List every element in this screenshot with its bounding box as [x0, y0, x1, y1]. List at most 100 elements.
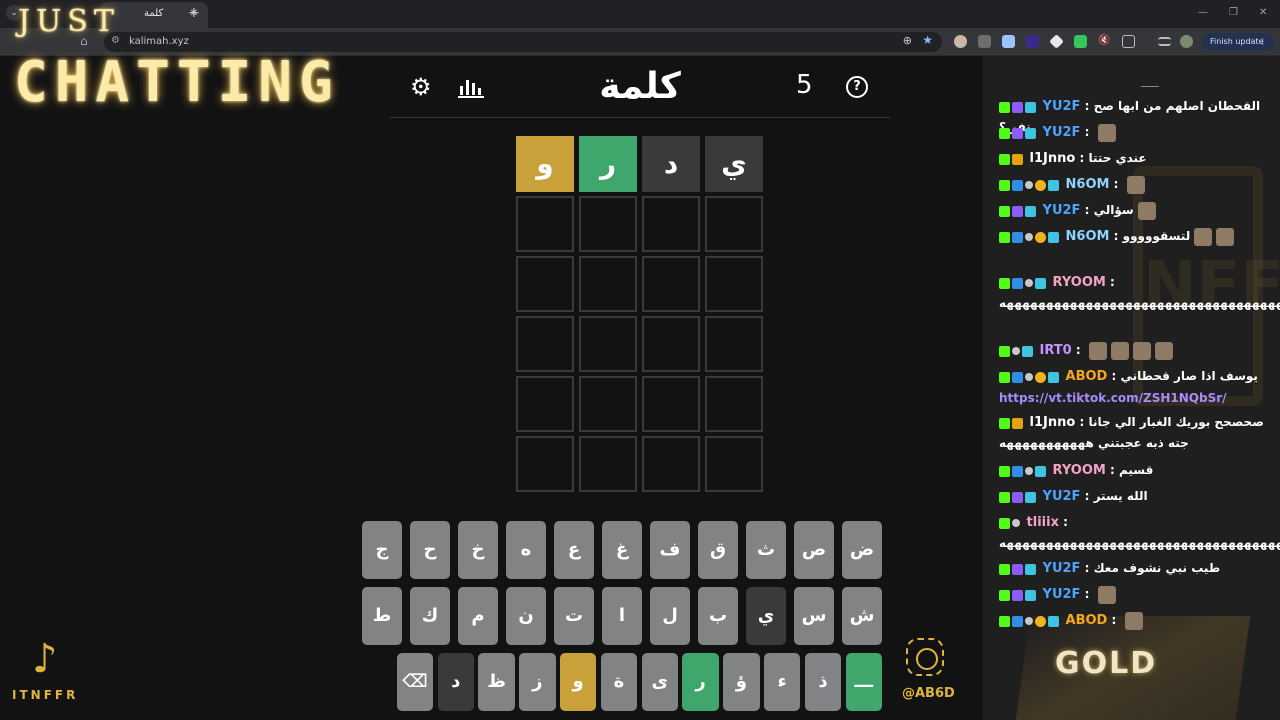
- board-tile: [516, 256, 574, 312]
- finish-update-label: Finish update: [1210, 37, 1264, 46]
- chat-username[interactable]: YU2F: [1038, 125, 1081, 140]
- key[interactable]: ا: [602, 587, 642, 645]
- chat-username[interactable]: YU2F: [1038, 99, 1081, 114]
- mute-icon[interactable]: 🔇: [1098, 35, 1111, 48]
- question-circle-icon[interactable]: ?: [846, 76, 868, 98]
- key[interactable]: س: [794, 587, 834, 645]
- chat-username[interactable]: ABOD: [1061, 613, 1108, 628]
- badge-icon: [1035, 277, 1046, 289]
- key[interactable]: ش: [842, 587, 882, 645]
- chat-username[interactable]: YU2F: [1038, 489, 1081, 504]
- key[interactable]: ت: [554, 587, 594, 645]
- board-row: [516, 316, 764, 372]
- badge-icon: [1012, 519, 1020, 527]
- badge-icon: [1025, 467, 1033, 475]
- key[interactable]: ـــ: [845, 653, 882, 711]
- minimize-icon[interactable]: —: [1198, 7, 1208, 18]
- chat-username[interactable]: RYOOM: [1048, 463, 1106, 478]
- chat-badges: [999, 341, 1035, 361]
- key[interactable]: ع: [554, 521, 594, 579]
- badge-icon: [1012, 465, 1023, 477]
- key[interactable]: ف: [650, 521, 690, 579]
- key[interactable]: ك: [410, 587, 450, 645]
- chat-message: YU2F : طيب نبي نشوف معك: [999, 558, 1269, 579]
- key[interactable]: ح: [410, 521, 450, 579]
- chat-username[interactable]: RYOOM: [1048, 275, 1106, 290]
- key[interactable]: ط: [362, 587, 402, 645]
- board-tile: [705, 196, 763, 252]
- key[interactable]: ة: [600, 653, 638, 711]
- window-close-icon[interactable]: ✕: [1259, 7, 1267, 18]
- maximize-icon[interactable]: ❐: [1229, 7, 1238, 18]
- badge-icon: [1012, 153, 1023, 165]
- emote-icon: [1154, 341, 1173, 360]
- chat-username[interactable]: tliiix: [1022, 515, 1059, 530]
- badge-icon: [999, 179, 1010, 191]
- key[interactable]: ر: [682, 653, 719, 711]
- badge-icon: [999, 127, 1010, 139]
- chat-text: طيب نبي نشوف معك: [1093, 561, 1221, 575]
- finish-update-button[interactable]: Finish update ⋮: [1202, 33, 1274, 51]
- key[interactable]: ق: [698, 521, 738, 579]
- chat-message: l1Jnno : عندي حتتا: [999, 148, 1269, 169]
- key[interactable]: ز: [519, 653, 556, 711]
- key[interactable]: ي: [746, 587, 786, 645]
- chat-separator: :: [1080, 203, 1094, 217]
- key[interactable]: خ: [458, 521, 498, 579]
- chat-username[interactable]: IRT0: [1035, 343, 1072, 358]
- key[interactable]: ص: [794, 521, 834, 579]
- board-tile: ي: [705, 136, 763, 192]
- key[interactable]: غ: [602, 521, 642, 579]
- key[interactable]: ذ: [804, 653, 842, 711]
- key[interactable]: ظ: [478, 653, 515, 711]
- chat-username[interactable]: N6OM: [1061, 177, 1110, 192]
- chat-username[interactable]: ABOD: [1061, 369, 1108, 384]
- key[interactable]: ض: [842, 521, 882, 579]
- bookmark-star-icon[interactable]: ★: [922, 33, 933, 47]
- reading-list-icon[interactable]: [1158, 37, 1171, 46]
- board-row: [516, 376, 764, 432]
- key[interactable]: ؤ: [723, 653, 760, 711]
- key[interactable]: ث: [746, 521, 786, 579]
- backspace-icon[interactable]: ⌫: [396, 653, 434, 711]
- chat-username[interactable]: YU2F: [1038, 561, 1081, 576]
- key[interactable]: ب: [698, 587, 738, 645]
- key[interactable]: ل: [650, 587, 690, 645]
- badge-icon: [999, 465, 1010, 477]
- key[interactable]: ن: [506, 587, 546, 645]
- key[interactable]: و: [559, 653, 597, 711]
- key[interactable]: م: [458, 587, 498, 645]
- screen: ⌄ كلمة ✕ + — ❐ ✕ ⌂ ⚙ kalimah.xyz ⊕ ★ 🔇 F…: [0, 0, 1280, 720]
- puzzle-extensions-icon[interactable]: [1122, 35, 1135, 48]
- diamond-extension-icon[interactable]: [1049, 34, 1064, 49]
- battery-extension-icon[interactable]: [1074, 35, 1087, 48]
- badge-icon: [1048, 231, 1059, 243]
- overlay-just-text: JUST: [18, 4, 120, 39]
- key[interactable]: ى: [641, 653, 678, 711]
- board-tile: [516, 316, 574, 372]
- chat-link[interactable]: https://vt.tiktok.com/ZSH1NQbSr/: [999, 391, 1227, 405]
- profile-avatar-icon[interactable]: [1180, 35, 1193, 48]
- chat-text: لتسقووووو: [1122, 229, 1191, 243]
- shield-icon[interactable]: [1002, 35, 1015, 48]
- chat-text: عندي حتتا: [1088, 151, 1147, 165]
- chat-badges: [999, 123, 1038, 143]
- more-menu-icon[interactable]: ⋮: [1259, 33, 1267, 51]
- extension-icon[interactable]: [1026, 35, 1039, 48]
- board-tile: [705, 256, 763, 312]
- badge-icon: [1022, 345, 1033, 357]
- chat-username[interactable]: l1Jnno: [1025, 415, 1076, 430]
- chat-username[interactable]: YU2F: [1038, 587, 1081, 602]
- chat-username[interactable]: YU2F: [1038, 203, 1081, 218]
- key[interactable]: ء: [763, 653, 801, 711]
- extension-icon[interactable]: [978, 35, 991, 48]
- zoom-icon[interactable]: ⊕: [903, 34, 912, 47]
- chat-username[interactable]: N6OM: [1061, 229, 1110, 244]
- chat-username[interactable]: l1Jnno: [1025, 151, 1076, 166]
- chat-badges: [999, 487, 1038, 507]
- key[interactable]: د: [437, 653, 474, 711]
- extension-avatar-icon[interactable]: [954, 35, 967, 48]
- key[interactable]: ج: [362, 521, 402, 579]
- key[interactable]: ه: [506, 521, 546, 579]
- badge-icon: [1035, 615, 1046, 627]
